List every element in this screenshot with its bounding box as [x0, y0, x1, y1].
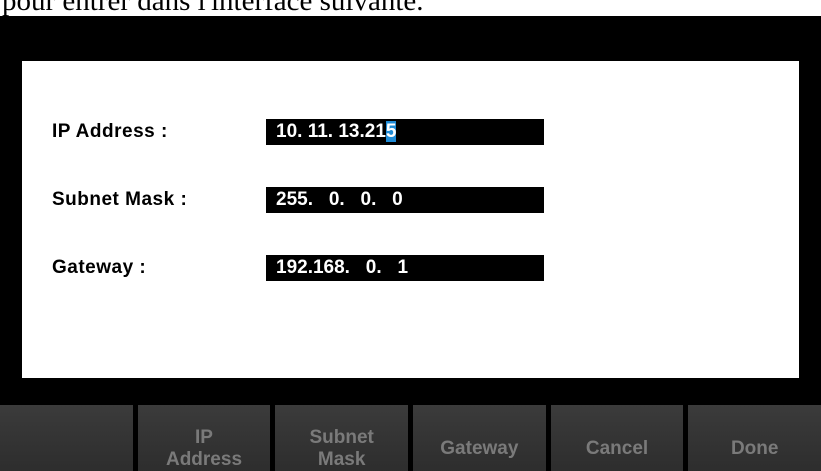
page-root: pour entrer dans l'interface suivante. I…	[0, 0, 821, 471]
subnet-mask-value: 255. 0. 0. 0	[276, 189, 403, 210]
softkey-ip-address-line1: IP	[195, 427, 213, 448]
softkey-done-label: Done	[730, 438, 779, 459]
subnet-mask-field[interactable]: 255. 0. 0. 0	[266, 187, 544, 213]
ip-address-label: IP Address :	[52, 121, 168, 142]
subnet-mask-row: Subnet Mask : 255. 0. 0. 0	[52, 187, 544, 213]
softkey-ip-address-line2: Address	[165, 449, 243, 470]
device-screen: IP Address : 10. 11. 13.215 Subnet Mask …	[0, 16, 821, 471]
softkey-done[interactable]: Done	[688, 405, 821, 471]
softkey-cancel[interactable]: Cancel	[550, 405, 684, 471]
softkey-ip-address[interactable]: IP Address	[137, 405, 271, 471]
gateway-label: Gateway :	[52, 257, 147, 278]
document-caption: pour entrer dans l'interface suivante.	[2, 0, 424, 17]
softkey-blank[interactable]	[0, 405, 133, 471]
gateway-field[interactable]: 192.168. 0. 1	[266, 255, 544, 281]
ip-address-value: 10. 11. 13.21	[276, 121, 386, 142]
lan-settings-panel: IP Address : 10. 11. 13.215 Subnet Mask …	[22, 61, 799, 378]
softkey-bar: IP Address Subnet Mask Gateway Cancel Done	[0, 405, 821, 471]
ip-address-field[interactable]: 10. 11. 13.215	[266, 119, 544, 145]
ip-address-row: IP Address : 10. 11. 13.215	[52, 119, 544, 145]
subnet-mask-label: Subnet Mask :	[52, 189, 188, 210]
gateway-value: 192.168. 0. 1	[276, 257, 409, 278]
softkey-cancel-label: Cancel	[585, 438, 649, 459]
softkey-subnet-mask-line1: Subnet	[309, 427, 374, 448]
softkey-subnet-mask-line2: Mask	[317, 449, 366, 470]
gateway-row: Gateway : 192.168. 0. 1	[52, 255, 544, 281]
softkey-subnet-mask[interactable]: Subnet Mask	[275, 405, 409, 471]
ip-address-cursor: 5	[385, 121, 397, 142]
softkey-gateway[interactable]: Gateway	[413, 405, 546, 471]
softkey-gateway-label: Gateway	[440, 438, 519, 459]
